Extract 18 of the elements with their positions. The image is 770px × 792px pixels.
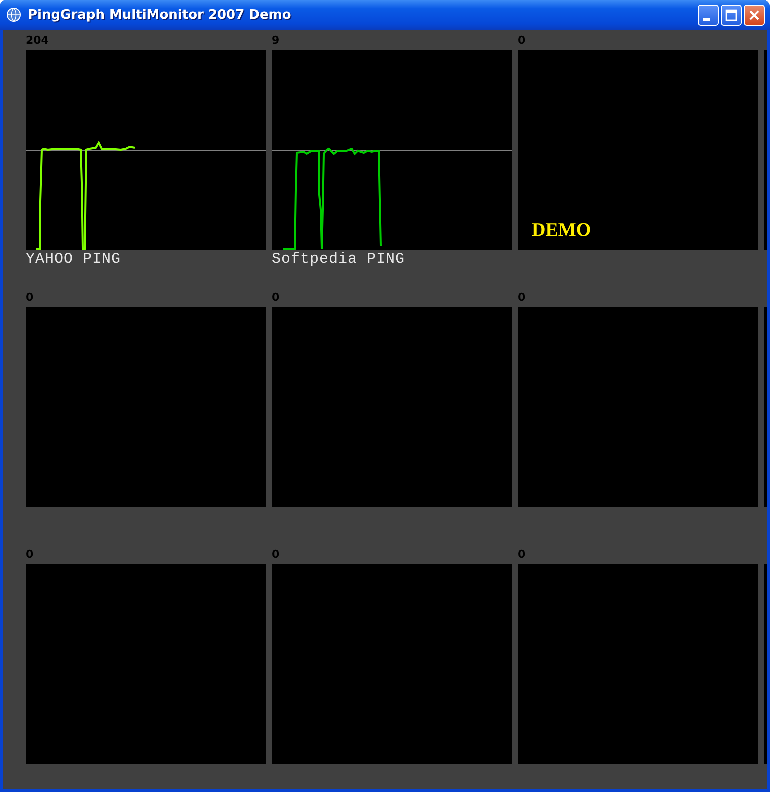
demo-label: DEMO xyxy=(532,220,592,242)
globe-icon xyxy=(6,7,22,23)
monitor-name: YAHOO PING xyxy=(26,251,122,268)
ping-value: 204 xyxy=(26,34,49,49)
ping-value: 0 xyxy=(26,548,34,563)
ping-value: 0 xyxy=(518,548,526,563)
ping-value: 0 xyxy=(272,548,280,563)
ping-value: 9 xyxy=(272,34,280,49)
ping-value: 0 xyxy=(518,291,526,306)
close-button[interactable] xyxy=(744,4,765,26)
maximize-button[interactable] xyxy=(721,4,742,26)
ping-value: 0 xyxy=(272,291,280,306)
window-title: PingGraph MultiMonitor 2007 Demo xyxy=(28,8,292,22)
minimize-button[interactable] xyxy=(698,4,719,26)
monitor-name: Softpedia PING xyxy=(272,251,406,268)
ping-value: 0 xyxy=(26,291,34,306)
ping-value: 0 xyxy=(518,34,526,49)
minimize-icon xyxy=(703,18,710,20)
